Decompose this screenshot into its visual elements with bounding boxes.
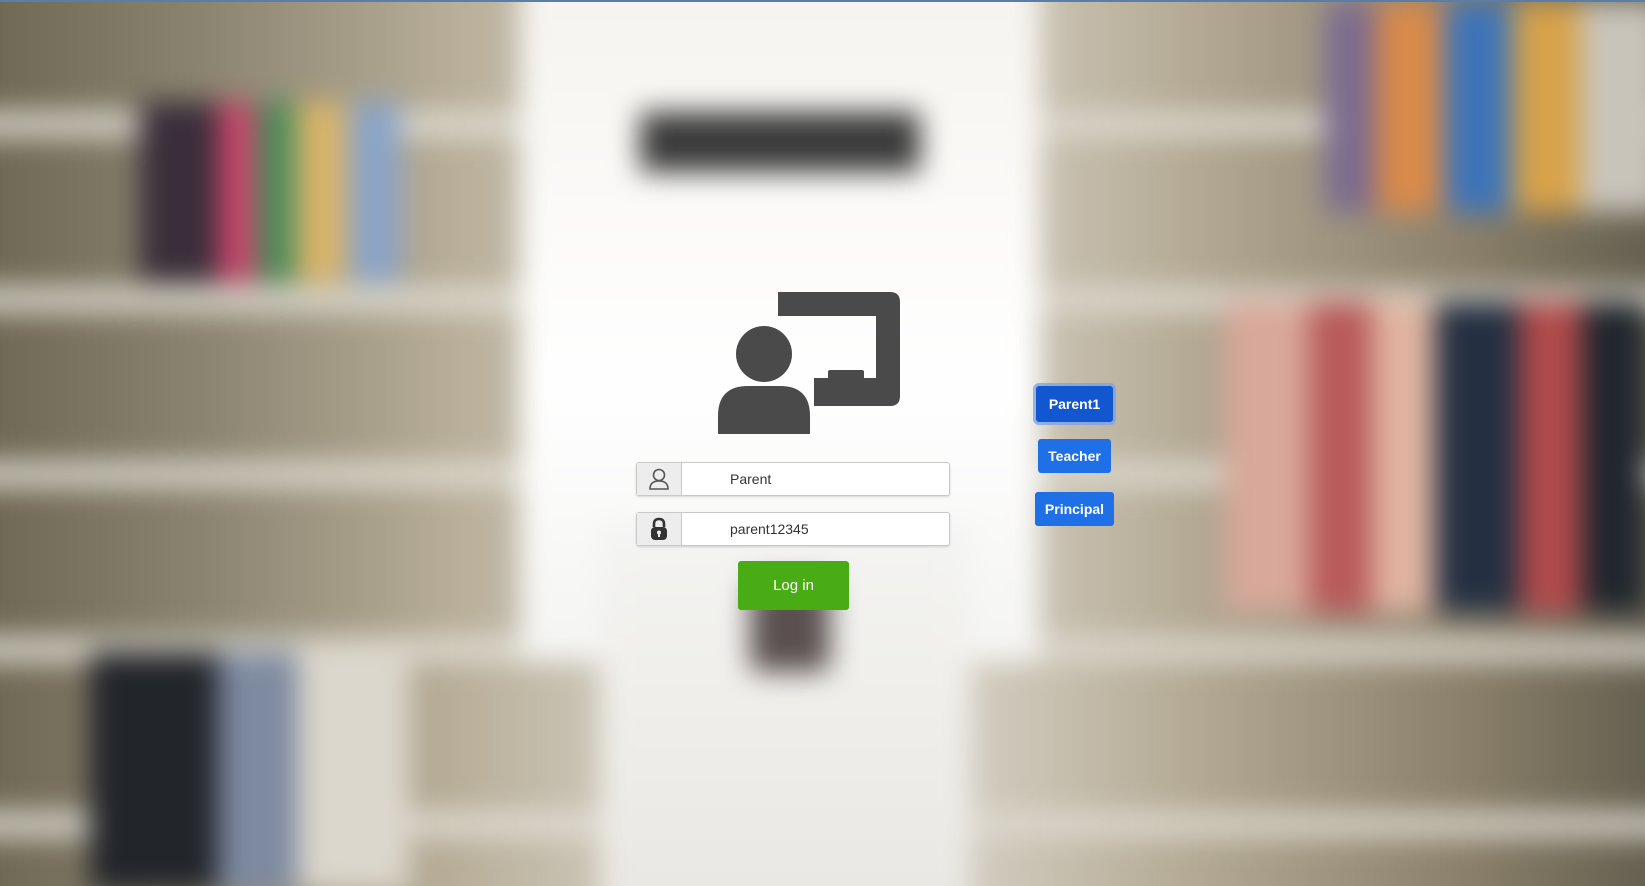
username-field <box>636 462 950 496</box>
password-field <box>636 512 950 546</box>
teacher-role-button[interactable]: Teacher <box>1038 439 1111 473</box>
password-input[interactable] <box>682 513 949 545</box>
login-button[interactable]: Log in <box>738 561 849 610</box>
teacher-board-icon <box>718 292 900 434</box>
principal-role-button[interactable]: Principal <box>1035 492 1114 526</box>
username-input[interactable] <box>682 463 949 495</box>
parent1-role-button[interactable]: Parent1 <box>1036 386 1113 422</box>
user-icon <box>637 463 682 495</box>
library-background-image <box>0 2 1645 886</box>
lock-icon <box>637 513 682 545</box>
login-page: Log in Parent1 Teacher Principal <box>0 0 1645 886</box>
